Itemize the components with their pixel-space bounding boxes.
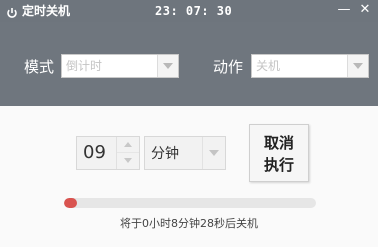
- time-amount-value[interactable]: 09: [83, 143, 106, 163]
- mode-select-arrow[interactable]: [157, 55, 178, 77]
- chevron-up-icon: [124, 142, 132, 147]
- mode-label: 模式: [24, 58, 55, 76]
- time-unit-arrow[interactable]: [202, 137, 225, 169]
- cancel-button-line2: 执行: [263, 156, 294, 174]
- clock-display: 23: 07: 30: [155, 4, 233, 18]
- title-bar: 定时关机 23: 07: 30 — ✕: [0, 0, 378, 22]
- power-icon: [6, 4, 18, 18]
- time-amount-spinner[interactable]: 09: [76, 136, 140, 170]
- action-select[interactable]: 关机: [251, 54, 369, 78]
- action-select-arrow[interactable]: [347, 55, 368, 77]
- spinner-buttons: [116, 137, 139, 169]
- close-button[interactable]: ✕: [357, 2, 373, 18]
- time-unit-select[interactable]: 分钟: [144, 136, 226, 170]
- chevron-down-icon: [163, 63, 173, 69]
- countdown-progress-bar: [64, 198, 316, 208]
- cancel-button-line1: 取消: [263, 134, 294, 152]
- cancel-execution-button[interactable]: 取消 执行: [249, 124, 309, 182]
- chevron-down-icon: [124, 158, 132, 163]
- increment-button[interactable]: [117, 137, 139, 153]
- minimize-button[interactable]: —: [336, 2, 352, 18]
- app-title: 定时关机: [22, 4, 71, 18]
- mode-select-value: 倒计时: [66, 59, 103, 73]
- action-label: 动作: [213, 58, 244, 76]
- status-message: 将于0小时8分钟28秒后关机: [120, 217, 258, 230]
- decrement-button[interactable]: [117, 153, 139, 169]
- mode-select[interactable]: 倒计时: [61, 54, 179, 78]
- chevron-down-icon: [209, 150, 219, 156]
- chevron-down-icon: [353, 63, 363, 69]
- progress-fill: [64, 198, 77, 208]
- settings-panel: 模式 倒计时 动作 关机: [0, 22, 378, 106]
- action-select-value: 关机: [256, 59, 281, 73]
- time-unit-value: 分钟: [151, 146, 179, 162]
